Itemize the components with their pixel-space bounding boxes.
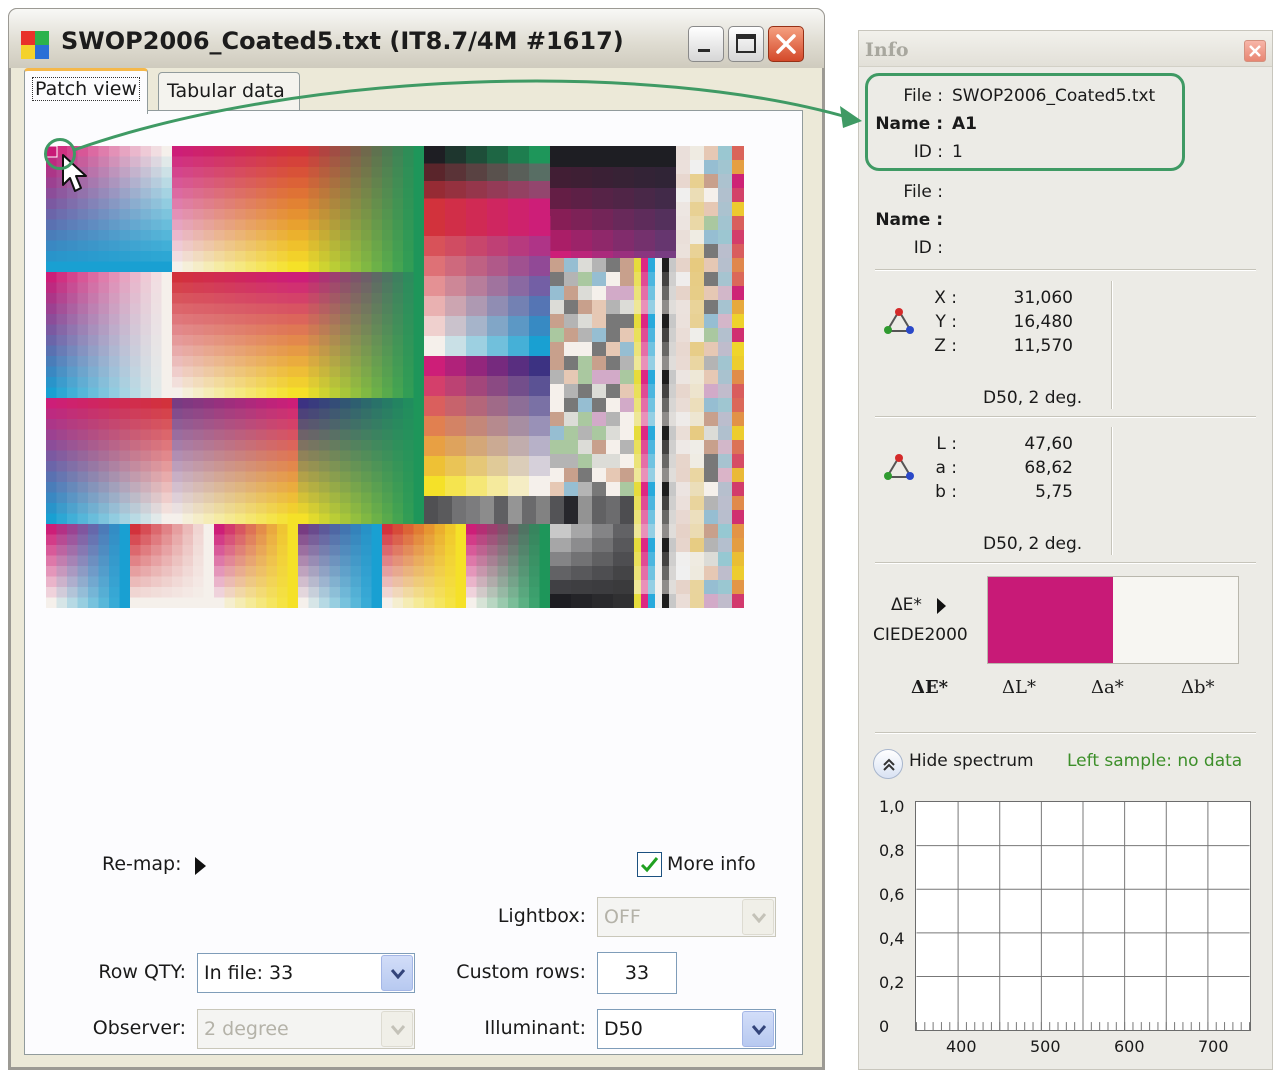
spectrum-plot[interactable] [915,801,1251,1031]
dropdown-arrow-icon [742,899,774,935]
a-label: a : [935,458,957,478]
delta-e-expand-arrow-icon[interactable] [937,598,946,614]
separator [875,416,1256,418]
annotation-highlight-box [865,73,1185,171]
remap-label: Re-map: [102,853,182,875]
z-label: Z : [934,336,957,356]
custom-rows-label: Custom rows: [456,961,586,983]
collapse-up-icon [883,758,895,771]
row-qty-value: In file: 33 [204,962,294,984]
dropdown-arrow-icon [381,955,413,991]
hide-spectrum-button[interactable] [873,749,903,779]
separator [1111,427,1113,555]
checkmark-icon [640,857,659,873]
lightbox-label: Lightbox: [497,905,586,927]
delta-e-formula: CIEDE2000 [873,625,968,645]
observer-value: 2 degree [204,1018,289,1040]
l-label: L : [936,434,957,454]
colorimetry-triangle-icon [884,308,914,334]
metric-delta-l[interactable]: ΔL* [1002,677,1036,698]
close-icon [776,34,796,54]
maximize-button[interactable] [728,26,764,62]
sample-color-swatch [988,577,1113,663]
y-tick-label: 0,6 [879,885,905,904]
close-button[interactable] [768,26,804,62]
sample2-name-label: Name : [875,210,943,230]
info-panel: Info File : SWOP2006_Coated5.txt Name : … [858,30,1273,1070]
row-qty-label: Row QTY: [98,961,186,983]
delta-e-label: ΔE* [891,595,922,615]
maximize-icon [736,34,756,53]
separator [1111,281,1113,409]
lightbox-select[interactable]: OFF [597,897,776,937]
y-tick-label: 0 [879,1017,890,1036]
sample2-id-label: ID : [913,238,943,258]
observer-select[interactable]: 2 degree [197,1009,415,1049]
tab-tabular-data[interactable]: Tabular data [158,72,300,112]
x-tick-label: 700 [1198,1037,1229,1056]
tab-tabular-data-label: Tabular data [167,80,285,102]
separator [875,269,1256,271]
illuminant-value: D50 [604,1018,643,1040]
minimize-button[interactable] [688,26,724,62]
hide-spectrum-label: Hide spectrum [909,751,1034,771]
a-value: 68,62 [1024,458,1073,478]
observer-label: Observer: [92,1017,186,1039]
colorimetry-triangle-icon [884,454,914,480]
row-qty-select[interactable]: In file: 33 [197,953,415,993]
sample2-file-label: File : [903,182,943,202]
x-label: X : [934,288,957,308]
y-tick-label: 0,2 [879,973,905,992]
separator [875,562,1256,564]
close-icon [1249,45,1261,57]
minimize-icon [698,49,710,52]
info-close-button[interactable] [1244,40,1266,62]
separator [875,732,1256,734]
y-tick-label: 0,8 [879,841,905,860]
window-title: SWOP2006_Coated5.txt (IT8.7/4M #1617) [61,27,624,55]
illuminant-select[interactable]: D50 [597,1009,776,1049]
xyz-illuminant: D50, 2 deg. [983,388,1083,408]
metric-delta-e[interactable]: ΔE* [911,677,948,698]
x-tick-label: 600 [1114,1037,1145,1056]
app-icon [21,31,49,59]
delta-e-swatch [987,576,1239,664]
metric-delta-a[interactable]: Δa* [1091,677,1124,698]
more-info-checkbox[interactable] [637,852,662,877]
remap-arrow-icon[interactable] [195,857,206,875]
x-tick-label: 400 [946,1037,977,1056]
b-value: 5,75 [1035,482,1073,502]
dropdown-arrow-icon [381,1011,413,1047]
left-sample-status: Left sample: no data [1067,751,1243,771]
x-tick-label: 500 [1030,1037,1061,1056]
annotation-circle [44,138,76,170]
title-bar[interactable]: SWOP2006_Coated5.txt (IT8.7/4M #1617) [8,8,825,68]
y-value: 16,480 [1013,312,1073,332]
l-value: 47,60 [1024,434,1073,454]
tab-patch-view[interactable]: Patch view [24,68,148,114]
y-tick-label: 1,0 [879,797,905,816]
illuminant-label: Illuminant: [484,1017,586,1039]
lightbox-value: OFF [604,906,641,928]
lab-illuminant: D50, 2 deg. [983,534,1083,554]
more-info-label: More info [667,853,756,875]
dropdown-arrow-icon [742,1011,774,1047]
patch-chart-canvas[interactable] [46,146,744,608]
x-value: 31,060 [1013,288,1073,308]
tab-patch-view-label: Patch view [32,77,140,101]
b-label: b : [935,482,957,502]
y-tick-label: 0,4 [879,929,905,948]
z-value: 11,570 [1013,336,1073,356]
y-label: Y : [935,312,957,332]
metric-delta-b[interactable]: Δb* [1181,677,1215,698]
info-header[interactable]: Info [859,31,1272,67]
custom-rows-input[interactable]: 33 [597,952,677,994]
info-title: Info [865,39,909,61]
